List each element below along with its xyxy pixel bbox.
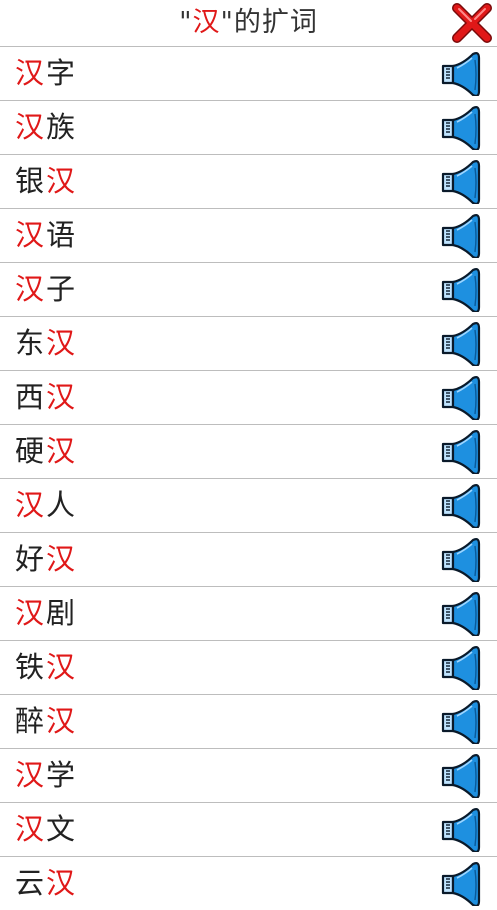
list-item[interactable]: 东汉 [0,316,497,370]
word-text: 汉学 [15,749,77,802]
word-char: 族 [46,110,78,144]
word-highlight-char: 汉 [15,758,47,792]
word-highlight-char: 汉 [46,650,78,684]
speaker-icon[interactable] [439,268,483,312]
word-text: 好汉 [15,533,77,586]
word-highlight-char: 汉 [46,164,78,198]
list-item[interactable]: 汉学 [0,748,497,802]
word-text: 铁汉 [15,641,77,694]
word-text: 汉族 [15,101,77,154]
word-char: 铁 [15,650,47,684]
word-highlight-char: 汉 [15,488,47,522]
speaker-icon[interactable] [439,214,483,258]
word-char: 人 [46,488,78,522]
speaker-icon[interactable] [439,754,483,798]
word-char: 硬 [15,434,47,468]
speaker-icon[interactable] [439,700,483,744]
speaker-icon[interactable] [439,322,483,366]
word-highlight-char: 汉 [15,596,47,630]
word-highlight-char: 汉 [15,110,47,144]
word-char: 剧 [46,596,78,630]
word-char: 银 [15,164,47,198]
word-text: 云汉 [15,857,77,910]
title-prefix: " [179,7,193,38]
word-highlight-char: 汉 [46,326,78,360]
word-highlight-char: 汉 [46,380,78,414]
word-highlight-char: 汉 [46,542,78,576]
word-text: 汉语 [15,209,77,262]
speaker-icon[interactable] [439,430,483,474]
list-item[interactable]: 汉剧 [0,586,497,640]
close-icon[interactable] [451,2,493,44]
word-highlight-char: 汉 [46,434,78,468]
list-item[interactable]: 铁汉 [0,640,497,694]
word-list: 汉字 汉族 银汉 汉语 汉子 东汉 西汉 硬汉 汉人 好汉 汉剧 铁汉 醉汉 汉学 汉文 云汉 [0,46,497,910]
speaker-icon[interactable] [439,538,483,582]
speaker-icon[interactable] [439,106,483,150]
speaker-icon[interactable] [439,376,483,420]
list-item[interactable]: 汉语 [0,208,497,262]
word-char: 云 [15,866,47,900]
speaker-icon[interactable] [439,808,483,852]
page-title: "汉"的扩词 [0,0,497,46]
list-item[interactable]: 汉族 [0,100,497,154]
word-text: 东汉 [15,317,77,370]
list-item[interactable]: 银汉 [0,154,497,208]
word-highlight-char: 汉 [15,218,47,252]
list-item[interactable]: 云汉 [0,856,497,910]
speaker-icon[interactable] [439,484,483,528]
word-text: 硬汉 [15,425,77,478]
list-item[interactable]: 醉汉 [0,694,497,748]
speaker-icon[interactable] [439,52,483,96]
word-char: 语 [46,218,78,252]
list-item[interactable]: 汉人 [0,478,497,532]
word-text: 汉字 [15,47,77,100]
list-item[interactable]: 西汉 [0,370,497,424]
word-highlight-char: 汉 [15,812,47,846]
word-text: 西汉 [15,371,77,424]
word-text: 银汉 [15,155,77,208]
list-item[interactable]: 好汉 [0,532,497,586]
word-char: 好 [15,542,47,576]
word-char: 学 [46,758,78,792]
word-text: 汉剧 [15,587,77,640]
word-char: 醉 [15,704,47,738]
title-suffix: "的扩词 [220,7,318,38]
header-bar: "汉"的扩词 [0,0,497,46]
word-highlight-char: 汉 [46,704,78,738]
speaker-icon[interactable] [439,646,483,690]
word-highlight-char: 汉 [46,866,78,900]
list-item[interactable]: 汉字 [0,46,497,100]
list-item[interactable]: 汉文 [0,802,497,856]
list-item[interactable]: 硬汉 [0,424,497,478]
word-highlight-char: 汉 [15,272,47,306]
speaker-icon[interactable] [439,160,483,204]
word-char: 东 [15,326,47,360]
word-text: 醉汉 [15,695,77,748]
title-highlight-char: 汉 [192,7,221,38]
word-text: 汉文 [15,803,77,856]
word-char: 文 [46,812,78,846]
speaker-icon[interactable] [439,862,483,906]
word-char: 字 [46,56,78,90]
word-char: 西 [15,380,47,414]
word-text: 汉子 [15,263,77,316]
word-highlight-char: 汉 [15,56,47,90]
word-text: 汉人 [15,479,77,532]
speaker-icon[interactable] [439,592,483,636]
list-item[interactable]: 汉子 [0,262,497,316]
word-char: 子 [46,272,78,306]
